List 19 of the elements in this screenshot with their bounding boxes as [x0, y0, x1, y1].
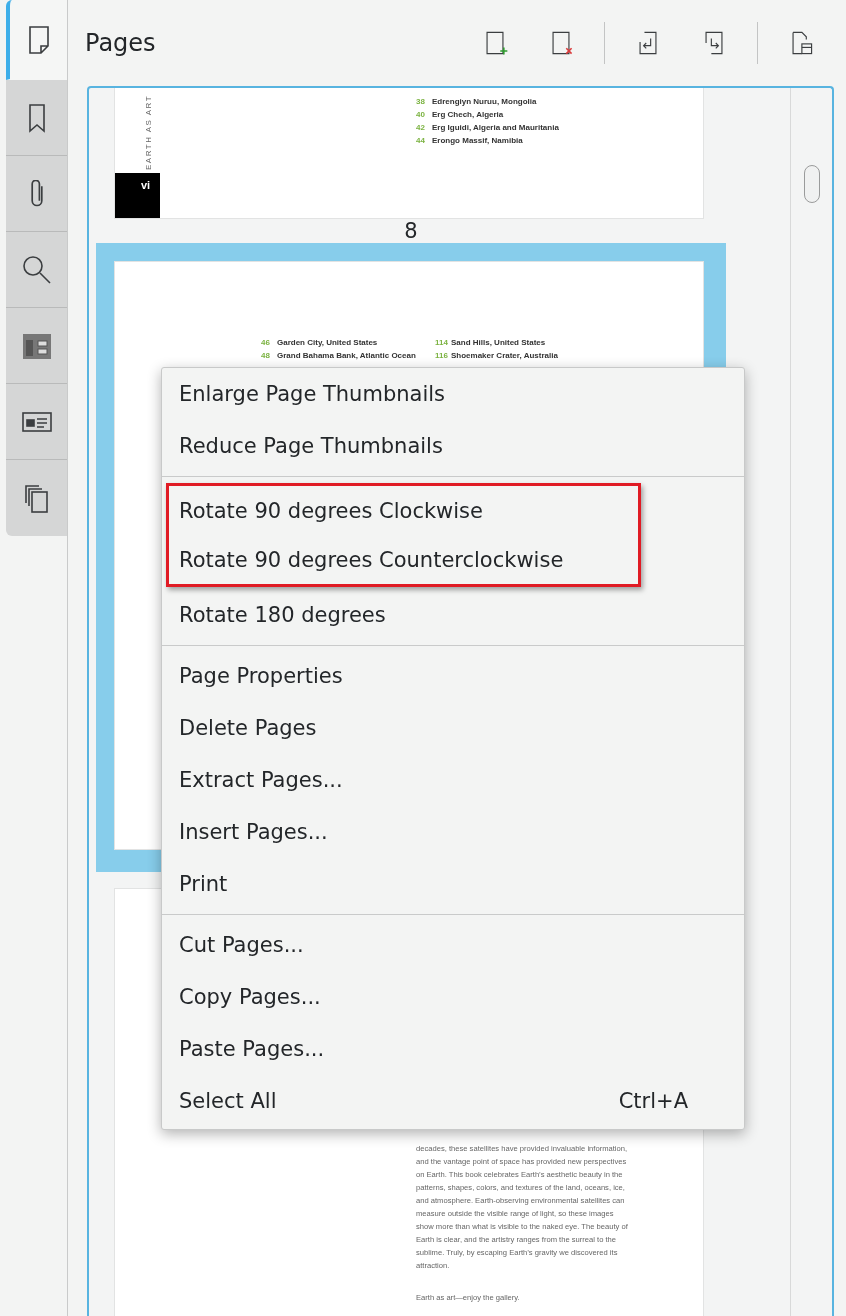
- page-reference: 44: [416, 136, 426, 145]
- page-reference: 42: [416, 123, 426, 132]
- page-reference: 38: [416, 97, 426, 106]
- contents-entry: Grand Bahama Bank, Atlantic Ocean: [277, 351, 416, 360]
- page-reference: 46: [261, 338, 271, 347]
- page-reference: 114: [435, 338, 449, 347]
- page-reference: 40: [416, 110, 426, 119]
- contents-entry: Erongo Massif, Namibia: [432, 136, 523, 145]
- contents-entry: Edrengiyn Nuruu, Mongolia: [432, 97, 537, 106]
- contents-entry: Garden City, United States: [277, 338, 378, 347]
- contents-entry: Sand Hills, United States: [451, 338, 546, 347]
- page-folio: vi: [115, 173, 160, 218]
- page-reference: 116: [435, 351, 449, 360]
- panel-title: Pages: [85, 29, 157, 57]
- contents-entry: Erg Chech, Algeria: [432, 110, 504, 119]
- page-number: 8: [403, 219, 419, 243]
- page-reference: 48: [261, 351, 271, 360]
- contents-entry: Erg Iguidi, Algeria and Mauritania: [432, 123, 559, 132]
- contents-entry: Shoemaker Crater, Australia: [451, 351, 558, 360]
